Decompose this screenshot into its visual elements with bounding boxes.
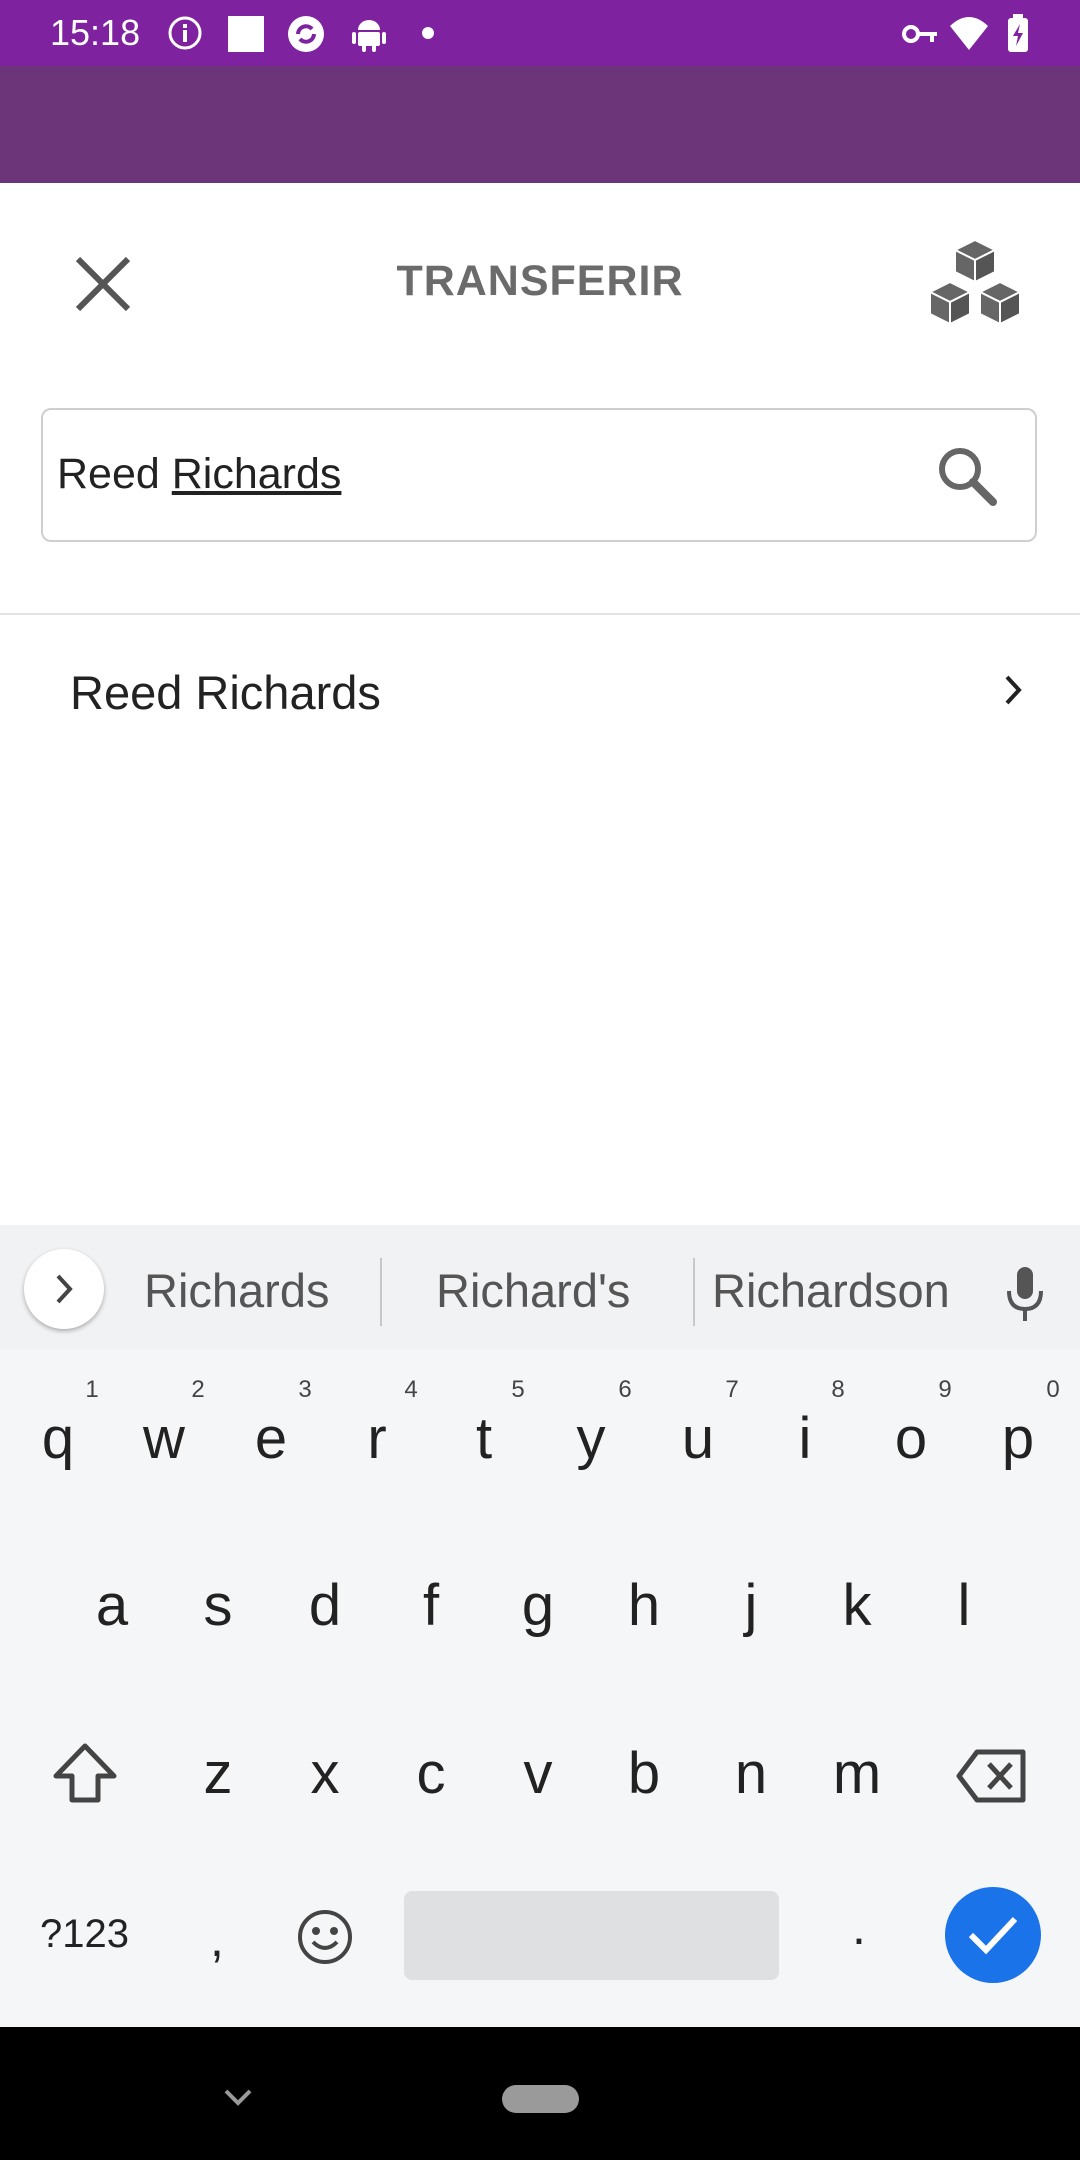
key-period[interactable]: .	[852, 1898, 866, 1956]
key-hint: 3	[298, 1376, 312, 1403]
chevron-right-icon	[1005, 675, 1022, 705]
navigation-bar	[0, 2027, 1080, 2160]
app-bar	[0, 66, 1080, 183]
search-value-composing: Richards	[171, 450, 342, 498]
key-hint: 4	[404, 1376, 418, 1403]
key-hint: 0	[1046, 1376, 1060, 1403]
notification-dot-icon	[422, 27, 434, 39]
symbols-key[interactable]: ?123	[40, 1912, 129, 1957]
suggestion-bar: Richards Richard's Richardson	[0, 1225, 1080, 1350]
key-z[interactable]: z	[168, 1740, 268, 1807]
space-bar[interactable]	[404, 1891, 779, 1980]
expand-suggestions-button[interactable]	[24, 1249, 104, 1329]
wifi-icon	[950, 17, 988, 50]
android-icon	[352, 20, 386, 52]
emoji-icon[interactable]	[296, 1908, 354, 1966]
key-x[interactable]: x	[275, 1740, 375, 1807]
page-title: TRANSFERIR	[396, 257, 684, 305]
chevron-right-icon	[56, 1274, 73, 1304]
key-hint: 2	[191, 1376, 205, 1403]
key-o[interactable]: o	[861, 1405, 961, 1472]
header: TRANSFERIR	[0, 183, 1080, 383]
key-hint: 5	[511, 1376, 525, 1403]
key-q[interactable]: q	[8, 1405, 108, 1472]
key-hint: 8	[831, 1376, 845, 1403]
checkmark-icon	[968, 1916, 1018, 1955]
key-e[interactable]: e	[221, 1405, 321, 1472]
cubes-icon[interactable]	[925, 238, 1025, 330]
info-icon	[168, 16, 202, 50]
key-y[interactable]: y	[541, 1405, 641, 1472]
result-label: Reed Richards	[70, 666, 381, 719]
vpn-key-icon	[902, 25, 937, 43]
square-icon	[228, 16, 264, 52]
suggestion-separator	[693, 1258, 695, 1326]
shift-icon[interactable]	[50, 1742, 120, 1806]
microphone-icon[interactable]	[1004, 1265, 1046, 1323]
backspace-icon[interactable]	[955, 1748, 1029, 1804]
key-u[interactable]: u	[648, 1405, 748, 1472]
key-w[interactable]: w	[114, 1405, 214, 1472]
chevron-down-icon[interactable]	[222, 2087, 254, 2109]
key-c[interactable]: c	[381, 1740, 481, 1807]
suggestion-2[interactable]: Richard's	[436, 1263, 630, 1318]
key-p[interactable]: p	[968, 1405, 1068, 1472]
key-s[interactable]: s	[168, 1572, 268, 1639]
key-m[interactable]: m	[807, 1740, 907, 1807]
suggestion-1[interactable]: Richards	[144, 1263, 329, 1318]
key-hint: 7	[725, 1376, 739, 1403]
key-g[interactable]: g	[488, 1572, 588, 1639]
key-d[interactable]: d	[275, 1572, 375, 1639]
status-bar: 15:18	[0, 0, 1080, 66]
key-j[interactable]: j	[701, 1572, 801, 1639]
key-v[interactable]: v	[488, 1740, 588, 1807]
home-pill[interactable]	[502, 2085, 579, 2113]
key-hint: 1	[85, 1376, 99, 1403]
key-a[interactable]: a	[62, 1572, 162, 1639]
key-n[interactable]: n	[701, 1740, 801, 1807]
list-item[interactable]: Reed Richards	[0, 615, 1080, 765]
search-field[interactable]: Reed Richards	[41, 408, 1037, 542]
key-i[interactable]: i	[755, 1405, 855, 1472]
search-input[interactable]: Reed Richards	[57, 450, 341, 499]
key-t[interactable]: t	[434, 1405, 534, 1472]
key-l[interactable]: l	[914, 1572, 1014, 1639]
key-comma[interactable]: ,	[210, 1910, 224, 1968]
search-value-prefix: Reed	[57, 450, 172, 498]
battery-charging-icon	[1008, 14, 1028, 52]
key-r[interactable]: r	[327, 1405, 427, 1472]
suggestion-separator	[380, 1258, 382, 1326]
key-hint: 6	[618, 1376, 632, 1403]
sync-app-icon	[288, 16, 324, 52]
done-button[interactable]	[945, 1887, 1041, 1983]
key-h[interactable]: h	[594, 1572, 694, 1639]
key-hint: 9	[938, 1376, 952, 1403]
key-b[interactable]: b	[594, 1740, 694, 1807]
keyboard: 1 2 3 4 5 6 7 8 9 0 q w e r t y u i o p …	[0, 1350, 1080, 2027]
key-f[interactable]: f	[381, 1572, 481, 1639]
status-time: 15:18	[50, 12, 141, 53]
search-icon[interactable]	[935, 444, 999, 508]
key-k[interactable]: k	[807, 1572, 907, 1639]
suggestion-3[interactable]: Richardson	[712, 1263, 950, 1318]
